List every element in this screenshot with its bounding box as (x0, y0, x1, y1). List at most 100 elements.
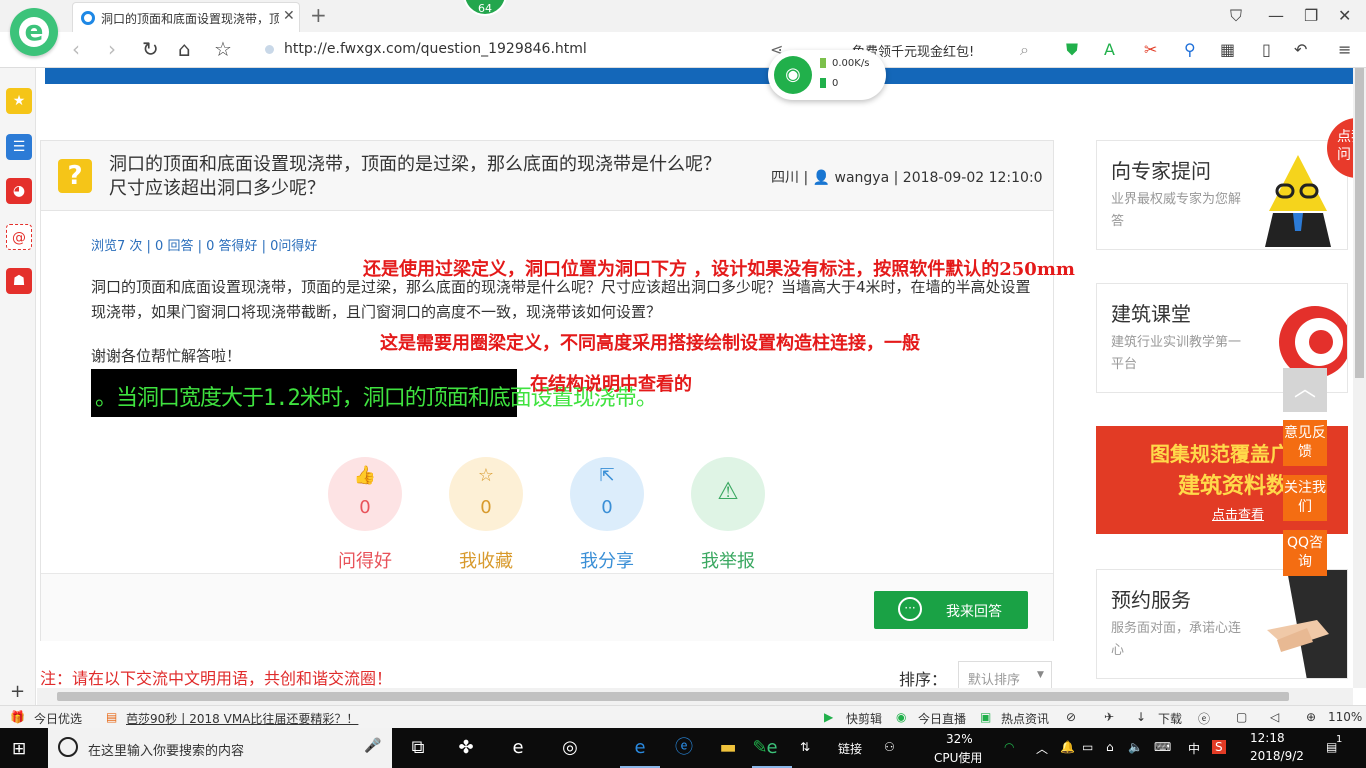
file-explorer-icon[interactable]: ▬ (714, 734, 742, 762)
magnifier-icon[interactable]: ⚲ (1184, 40, 1196, 59)
url-input[interactable]: http://e.fwxgx.com/question_1929846.html (284, 41, 587, 57)
report-button[interactable]: ⚠ (691, 457, 765, 531)
scissors-icon[interactable]: ✂ (1144, 40, 1157, 59)
close-window-icon[interactable]: ✕ (1338, 6, 1351, 25)
tray-link[interactable]: 链接 (838, 740, 862, 757)
undo-icon[interactable]: ↶ (1294, 40, 1307, 59)
favorite-button[interactable]: ☆ 0 (449, 457, 523, 531)
network-icon[interactable]: ⌂ (1106, 740, 1114, 754)
ask-expert-card[interactable]: 向专家提问 业界最权威专家为您解答 (1096, 140, 1348, 250)
tray-up-icon[interactable]: ︿ (1036, 740, 1048, 757)
hot-news-link[interactable]: 热点资讯 (1001, 710, 1049, 727)
360-browser-icon[interactable]: e (752, 734, 792, 768)
upload-speed: 0 (832, 78, 839, 89)
menu-icon[interactable]: ≡ (1338, 40, 1351, 59)
game-icon[interactable]: ☗ (6, 268, 32, 294)
quickcut-link[interactable]: 快剪辑 (846, 710, 882, 727)
banner-link[interactable]: 点击查看 (1212, 504, 1264, 523)
wifi-tray-icon[interactable]: ◠ (1004, 740, 1014, 754)
edge-browser-icon[interactable]: e (504, 734, 532, 762)
add-sidebar-icon[interactable]: + (10, 681, 25, 702)
zoom-level[interactable]: 110% (1328, 710, 1362, 724)
zoom-icon[interactable]: ⊕ (1306, 710, 1316, 724)
sound-icon[interactable]: ◁ (1270, 710, 1279, 724)
sort-select[interactable]: 默认排序 ▼ (958, 661, 1052, 688)
ime-indicator[interactable]: 中 (1188, 740, 1200, 757)
vertical-scrollbar[interactable] (1353, 68, 1366, 688)
clock-time[interactable]: 12:18 (1250, 731, 1285, 745)
horizontal-scroll-thumb[interactable] (57, 692, 1289, 701)
good-question-label[interactable]: 问得好 (315, 547, 415, 573)
browser-tab[interactable]: 洞口的顶面和底面设置现浇带，顶 ✕ (72, 2, 300, 32)
search-icon[interactable]: ⌕ (1020, 40, 1029, 60)
ie-mode-icon[interactable]: ⓔ (1198, 710, 1210, 727)
good-question-button[interactable]: 👍 0 (328, 457, 402, 531)
share-button[interactable]: ⇱ 0 (570, 457, 644, 531)
share-count: 0 (601, 497, 613, 518)
meta-user[interactable]: wangya (835, 170, 890, 186)
tablet-icon[interactable]: ▯ (1262, 40, 1271, 59)
swirl-app-icon[interactable]: ◎ (556, 734, 584, 762)
speedup-icon[interactable]: ⊘ (1066, 710, 1076, 724)
feedback-button[interactable]: 意见反馈 (1283, 420, 1327, 466)
pinwheel-app-icon[interactable]: ✤ (452, 734, 480, 762)
live-link[interactable]: 今日直播 (918, 710, 966, 727)
window-mode-icon[interactable]: ▢ (1236, 710, 1247, 724)
tab-close-icon[interactable]: ✕ (283, 8, 295, 24)
qq-consult-button[interactable]: QQ咨询 (1283, 530, 1327, 576)
edge-app-icon[interactable]: e (620, 734, 660, 768)
people-icon[interactable]: ⚇ (884, 740, 895, 754)
maximize-icon[interactable]: ❐ (1304, 6, 1318, 25)
tray-expand-icon[interactable]: ⇅ (800, 740, 810, 754)
shield-icon[interactable]: ⛊ (1066, 40, 1078, 60)
shirt-skin-icon[interactable]: ⛉ (1230, 6, 1242, 26)
weibo-icon[interactable]: ◕ (6, 178, 32, 204)
ask-expert-desc: 业界最权威专家为您解答 (1111, 192, 1242, 229)
news-link[interactable]: 芭莎90秒丨2018 VMA比往届还要精彩？！ (126, 710, 358, 727)
battery-icon[interactable]: ▭ (1082, 740, 1093, 754)
microphone-icon[interactable]: 🎤 (364, 738, 381, 754)
chat-bubble-icon: ··· (898, 597, 922, 621)
minimize-icon[interactable]: — (1268, 6, 1284, 25)
back-icon[interactable]: ‹ (72, 37, 80, 61)
report-label[interactable]: 我举报 (678, 547, 778, 573)
today-picks[interactable]: 今日优选 (34, 710, 82, 727)
question-image[interactable]: 。当洞口宽度大于1.2米时，洞口的顶面和底面设置现浇带。 (91, 369, 658, 417)
task-view-icon[interactable]: ⧉ (404, 734, 432, 762)
browser-logo-icon[interactable]: e (10, 8, 58, 56)
taskbar-search[interactable]: 在这里输入你要搜索的内容 🎤 (48, 728, 392, 768)
volume-icon[interactable]: 🔈 (1128, 740, 1143, 754)
bookmark-star-icon[interactable]: ☆ (214, 37, 232, 61)
thumbs-up-icon: 👍 (353, 465, 377, 486)
back-to-top-icon[interactable]: ︿ (1283, 368, 1327, 412)
network-speed-widget[interactable]: ◉ 0.00K/s 0 (768, 50, 886, 100)
list-icon[interactable]: ☰ (6, 134, 32, 160)
follow-us-button[interactable]: 关注我们 (1283, 475, 1327, 521)
vertical-scroll-thumb[interactable] (1355, 68, 1364, 378)
home-icon[interactable]: ⌂ (178, 37, 191, 61)
translate-icon[interactable]: A (1104, 40, 1115, 59)
forward-icon[interactable]: › (108, 37, 116, 61)
appointment-card[interactable]: 预约服务 服务面对面，承诺心连心 (1096, 569, 1348, 679)
answer-button[interactable]: ··· 我来回答 (874, 591, 1028, 629)
rocket-icon[interactable]: ✈ (1104, 710, 1114, 724)
apps-grid-icon[interactable]: ▦ (1220, 40, 1235, 59)
new-tab-icon[interactable]: + (310, 3, 327, 27)
notification-badge[interactable]: 64 (463, 0, 507, 16)
cpu-label: CPU使用 (934, 751, 983, 765)
keyboard-icon[interactable]: ⌨ (1154, 740, 1171, 754)
bell-icon[interactable]: 🔔 (1060, 740, 1075, 754)
clock-date[interactable]: 2018/9/2 (1250, 749, 1304, 763)
horizontal-scrollbar[interactable] (37, 688, 1353, 705)
reload-icon[interactable]: ↻ (142, 37, 159, 61)
sogou-ime-icon[interactable]: S (1212, 740, 1226, 754)
ie-app-icon[interactable]: ⓔ (670, 734, 698, 762)
email-icon[interactable]: @ (6, 224, 32, 250)
share-label[interactable]: 我分享 (557, 547, 657, 573)
favorites-star-icon[interactable]: ★ (6, 88, 32, 114)
favorite-label[interactable]: 我收藏 (436, 547, 536, 573)
meta-region[interactable]: 四川 (771, 170, 799, 186)
windows-start-icon[interactable]: ⊞ (12, 739, 26, 759)
download-link[interactable]: 下载 (1158, 710, 1182, 727)
notice-text: 注：请在以下交流中文明用语，共创和谐交流圈！ (40, 669, 393, 688)
